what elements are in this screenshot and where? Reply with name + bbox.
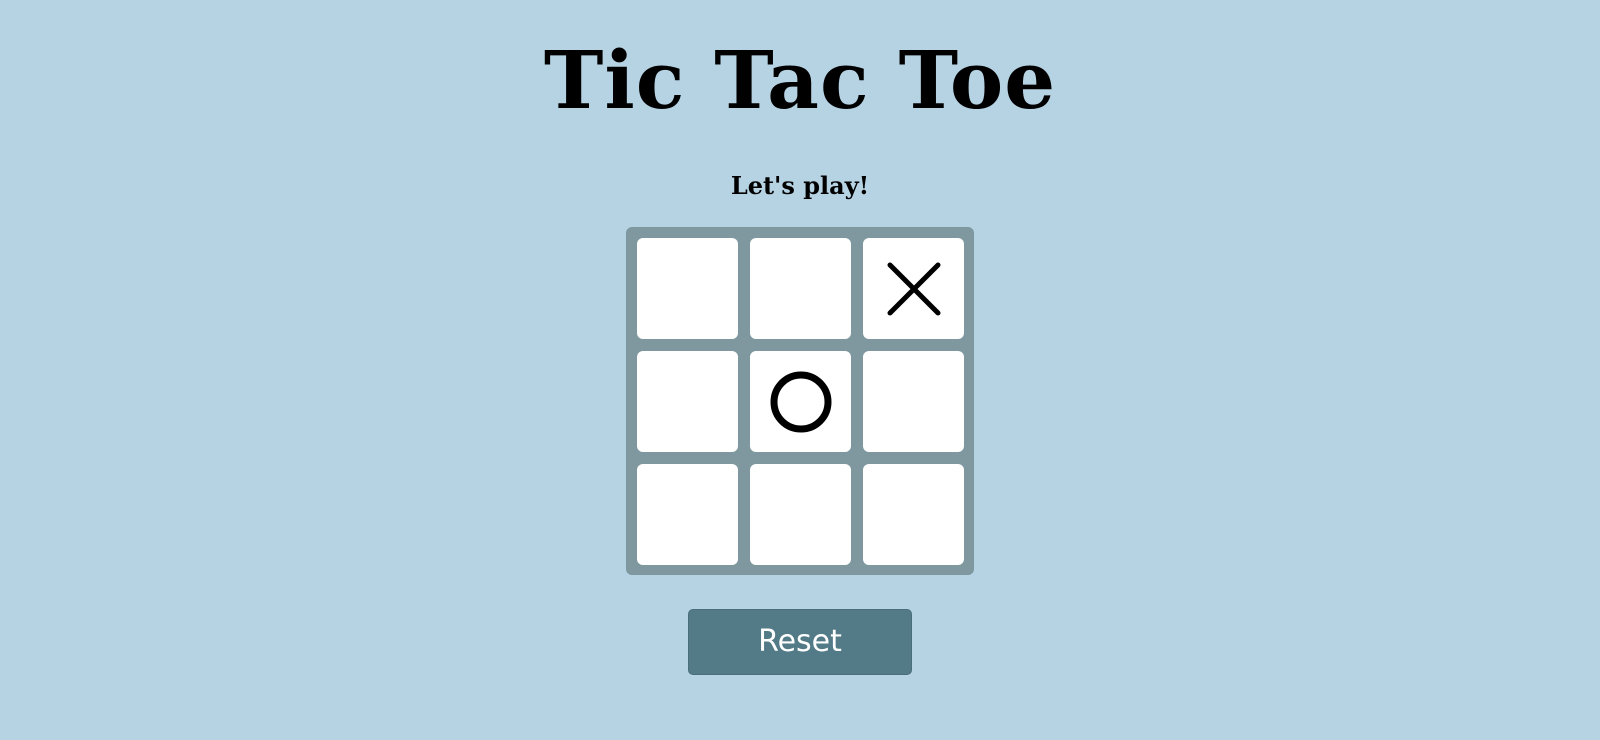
board-cell-7[interactable] <box>750 464 851 565</box>
board-cell-6[interactable] <box>637 464 738 565</box>
game-status: Let's play! <box>730 171 870 200</box>
board-cell-2[interactable] <box>863 238 964 339</box>
board-cell-1[interactable] <box>750 238 851 339</box>
board-cell-0[interactable] <box>637 238 738 339</box>
board-cell-4[interactable] <box>750 351 851 452</box>
game-board <box>626 227 974 575</box>
o-mark-icon <box>770 371 831 432</box>
board-cell-3[interactable] <box>637 351 738 452</box>
page-title: Tic Tac Toe <box>543 33 1057 127</box>
board-cell-5[interactable] <box>863 351 964 452</box>
x-mark-icon <box>887 262 940 315</box>
reset-button[interactable]: Reset <box>688 609 912 675</box>
board-cell-8[interactable] <box>863 464 964 565</box>
